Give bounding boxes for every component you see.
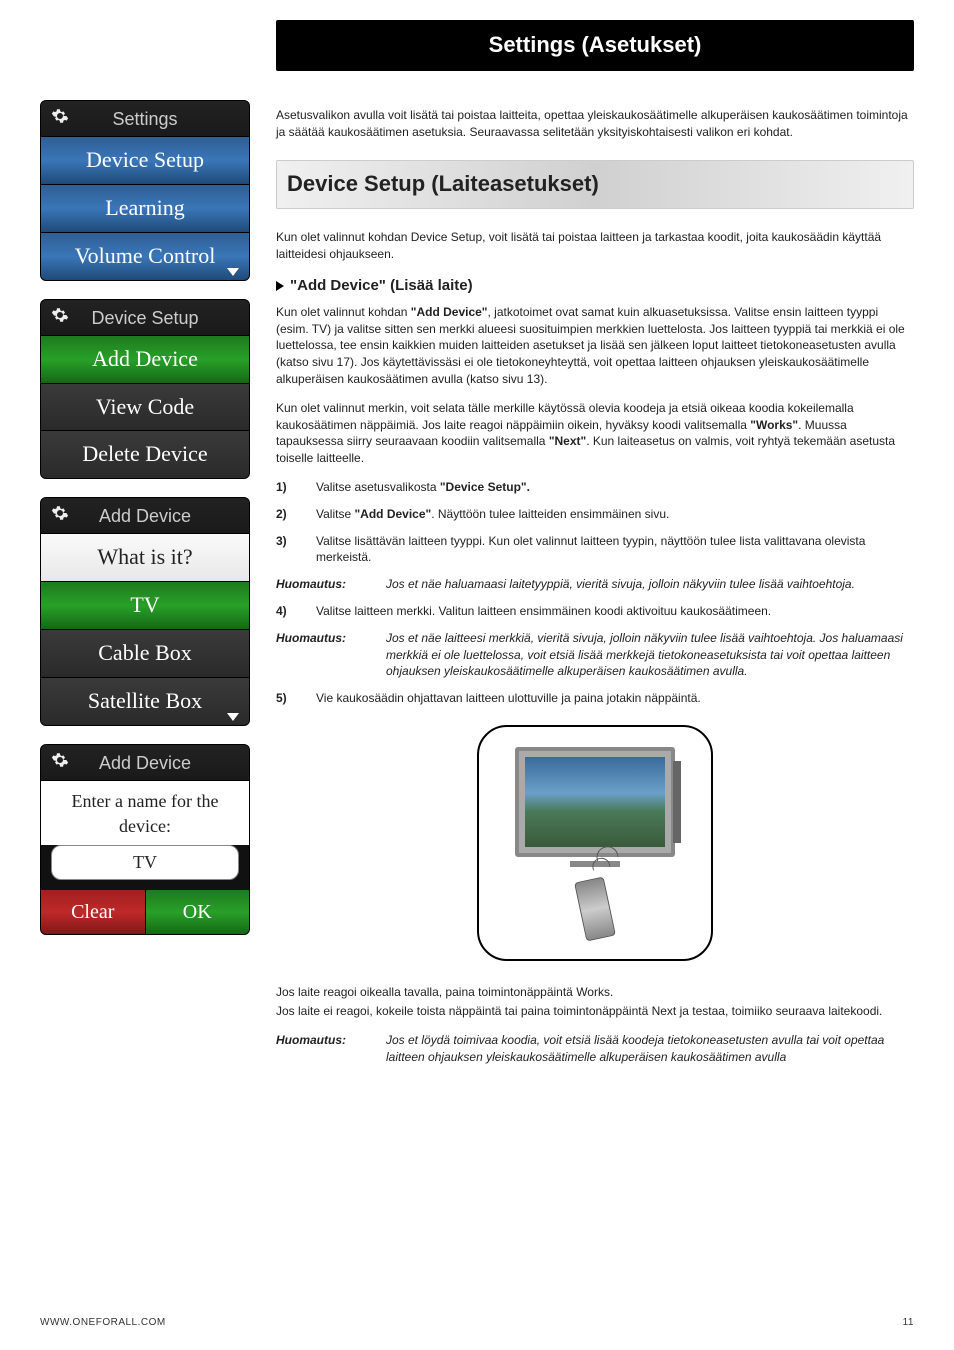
ok-button[interactable]: OK (146, 890, 250, 934)
device-setup-heading: Device Setup (Laiteasetukset) (276, 160, 914, 209)
left-sidebar-panels: Settings Device Setup Learning Volume Co… (40, 20, 250, 1075)
gear-icon (51, 107, 69, 132)
steps-list: 1)Valitse asetusvalikosta "Device Setup"… (276, 479, 914, 566)
panel-title: Add Device (99, 751, 191, 776)
menu-item-learning[interactable]: Learning (41, 185, 249, 233)
prompt-what-is-it: What is it? (41, 534, 249, 582)
menu-item-volume-control[interactable]: Volume Control (41, 233, 249, 280)
paragraph: Kun olet valinnut kohdan "Add Device", j… (276, 304, 914, 388)
field-label: Enter a name for the device: (41, 781, 249, 845)
steps-list: 4)Valitse laitteen merkki. Valitun laitt… (276, 603, 914, 620)
note: Huomautus:Jos et näe laitteesi merkkiä, … (276, 630, 914, 680)
device-name-input[interactable]: TV (51, 845, 239, 880)
remote-tv-illustration (276, 725, 914, 966)
paragraph: Kun olet valinnut merkin, voit selata tä… (276, 400, 914, 467)
menu-item-cable-box[interactable]: Cable Box (41, 630, 249, 678)
add-device-subheading: "Add Device" (Lisää laite) (276, 275, 914, 296)
clear-button[interactable]: Clear (41, 890, 146, 934)
remote-icon (574, 876, 616, 941)
paragraph: Jos laite ei reagoi, kokeile toista näpp… (276, 1003, 914, 1020)
page-title-bar: Settings (Asetukset) (276, 20, 914, 71)
menu-item-add-device[interactable]: Add Device (41, 336, 249, 384)
menu-item-view-code[interactable]: View Code (41, 384, 249, 432)
panel-header: Add Device (41, 498, 249, 534)
paragraph: Jos laite reagoi oikealla tavalla, paina… (276, 984, 914, 1001)
chevron-down-icon (227, 713, 239, 721)
note: Huomautus:Jos et näe haluamaasi laitetyy… (276, 576, 914, 593)
panel-header: Device Setup (41, 300, 249, 336)
page-footer: WWW.ONEFORALL.COM 11 (40, 1316, 914, 1330)
panel-title: Settings (112, 107, 177, 132)
menu-item-delete-device[interactable]: Delete Device (41, 431, 249, 478)
menu-item-device-setup[interactable]: Device Setup (41, 137, 249, 185)
note: Huomautus:Jos et löydä toimivaa koodia, … (276, 1032, 914, 1066)
panel-header: Add Device (41, 745, 249, 781)
panel-settings: Settings Device Setup Learning Volume Co… (40, 100, 250, 281)
footer-url: WWW.ONEFORALL.COM (40, 1316, 166, 1330)
panel-title: Add Device (99, 504, 191, 529)
gear-icon (51, 504, 69, 529)
intro-paragraph: Asetusvalikon avulla voit lisätä tai poi… (276, 107, 914, 141)
tv-icon (515, 747, 675, 857)
gear-icon (51, 306, 69, 331)
gear-icon (51, 751, 69, 776)
main-content: Settings (Asetukset) Asetusvalikon avull… (276, 20, 914, 1075)
chevron-down-icon (227, 268, 239, 276)
page-number: 11 (903, 1316, 914, 1330)
panel-header: Settings (41, 101, 249, 137)
panel-device-setup: Device Setup Add Device View Code Delete… (40, 299, 250, 480)
panel-add-device-name: Add Device Enter a name for the device: … (40, 744, 250, 936)
steps-list: 5)Vie kaukosäädin ohjattavan laitteen ul… (276, 690, 914, 707)
menu-item-satellite-box[interactable]: Satellite Box (41, 678, 249, 725)
paragraph: Kun olet valinnut kohdan Device Setup, v… (276, 229, 914, 263)
panel-title: Device Setup (91, 306, 198, 331)
menu-item-tv[interactable]: TV (41, 582, 249, 630)
panel-add-device-type: Add Device What is it? TV Cable Box Sate… (40, 497, 250, 725)
arrow-right-icon (276, 281, 284, 291)
